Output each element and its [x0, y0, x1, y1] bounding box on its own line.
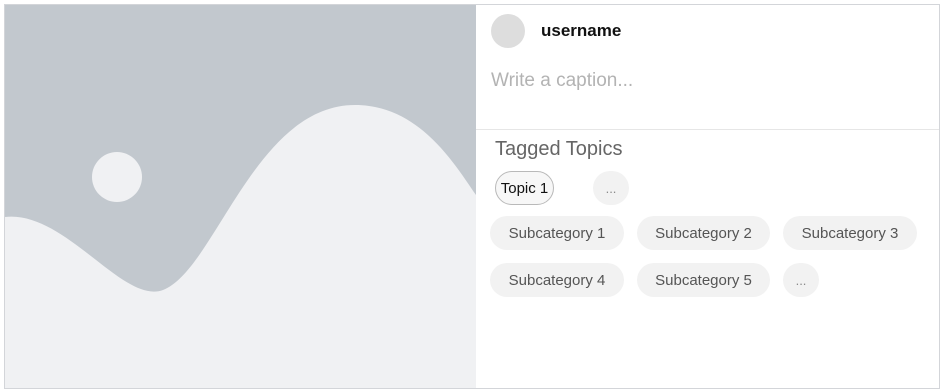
subcategory-chip-5[interactable]: Subcategory 5 — [637, 263, 770, 297]
topic-chip-1[interactable]: Topic 1 — [495, 171, 554, 205]
subcategory-chip-4[interactable]: Subcategory 4 — [490, 263, 624, 297]
divider — [476, 129, 939, 130]
subcategory-chip-2[interactable]: Subcategory 2 — [637, 216, 770, 250]
topic-more-chip[interactable]: ... — [593, 171, 629, 205]
subcategory-chip-1[interactable]: Subcategory 1 — [490, 216, 624, 250]
username[interactable]: username — [541, 21, 621, 41]
avatar[interactable] — [491, 14, 525, 48]
subcategory-chip-3[interactable]: Subcategory 3 — [783, 216, 917, 250]
image-placeholder[interactable] — [5, 5, 476, 388]
caption-input[interactable] — [491, 67, 921, 95]
author-row: username — [491, 14, 621, 48]
tagged-topics-title: Tagged Topics — [495, 138, 623, 160]
post-details-panel: username Tagged Topics Topic 1 ... Subca… — [476, 5, 939, 388]
post-composer: username Tagged Topics Topic 1 ... Subca… — [4, 4, 940, 389]
subcategory-more-chip[interactable]: ... — [783, 263, 819, 297]
image-placeholder-icon — [5, 105, 476, 388]
